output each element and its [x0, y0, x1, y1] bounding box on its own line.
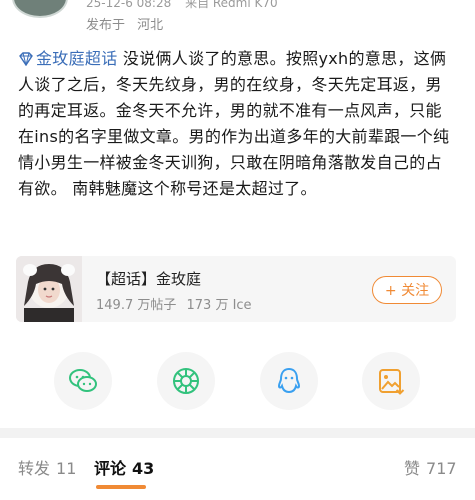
comment-label: 评论 [94, 459, 127, 478]
post-device: 来自 Redmi K70 [185, 0, 278, 10]
share-qq-button[interactable] [260, 352, 318, 410]
post-text: 没说俩人谈了的意思。按照yxh的意思，这俩人谈了之后，冬天先纹身，男的在纹身，冬… [18, 49, 450, 198]
wechat-icon [69, 369, 97, 392]
location-prefix: 发布于 [86, 18, 126, 33]
post-body: 金玫庭超话 没说俩人谈了的意思。按照yxh的意思，这俩人谈了之后，冬天先纹身，男… [18, 46, 458, 202]
repost-count: 11 [56, 459, 77, 478]
share-wechat-button[interactable] [54, 352, 112, 410]
post-timestamp: 25-12-6 08:28 [86, 0, 172, 10]
qq-icon [277, 367, 301, 394]
like-label: 赞 [404, 459, 421, 478]
tab-likes[interactable]: 赞 717 [404, 455, 457, 479]
location-name: 河北 [137, 18, 164, 33]
topic-posts-count: 149.7 万帖子 [96, 298, 177, 313]
active-tab-indicator [96, 485, 146, 489]
tab-repost[interactable]: 转发 11 [18, 455, 76, 479]
follow-button[interactable]: + 关注 [372, 276, 442, 304]
save-image-icon [379, 369, 405, 395]
topic-thumbnail [16, 256, 82, 322]
topic-fans-count: 173 万 Ice [186, 298, 252, 313]
comment-count: 43 [132, 459, 155, 478]
super-topic-icon [19, 52, 33, 66]
interaction-tabs: 转发 11 评论 43 赞 717 [0, 438, 475, 500]
like-count: 717 [426, 459, 457, 478]
super-topic-card[interactable]: 【超话】金玫庭 149.7 万帖子 173 万 Ice + 关注 [16, 256, 456, 322]
author-avatar[interactable] [12, 0, 68, 18]
topic-card-title: 【超话】金玫庭 [96, 270, 202, 288]
topic-card-stats: 149.7 万帖子 173 万 Ice [96, 294, 252, 313]
post-header: 25-12-6 08:28 来自 Redmi K70 发布于 河北 [0, 0, 475, 40]
moments-icon [173, 368, 199, 394]
topic-link[interactable]: 金玫庭超话 [18, 49, 118, 68]
post-location: 发布于 河北 [86, 14, 163, 33]
repost-label: 转发 [18, 459, 51, 478]
post-meta: 25-12-6 08:28 来自 Redmi K70 [86, 0, 278, 11]
section-divider [0, 428, 475, 438]
tab-comments[interactable]: 评论 43 [94, 455, 154, 479]
share-row [0, 352, 475, 414]
save-image-button[interactable] [362, 352, 420, 410]
topic-thumbnail-image [16, 256, 82, 322]
topic-label[interactable]: 金玫庭超话 [36, 49, 118, 68]
share-moments-button[interactable] [157, 352, 215, 410]
